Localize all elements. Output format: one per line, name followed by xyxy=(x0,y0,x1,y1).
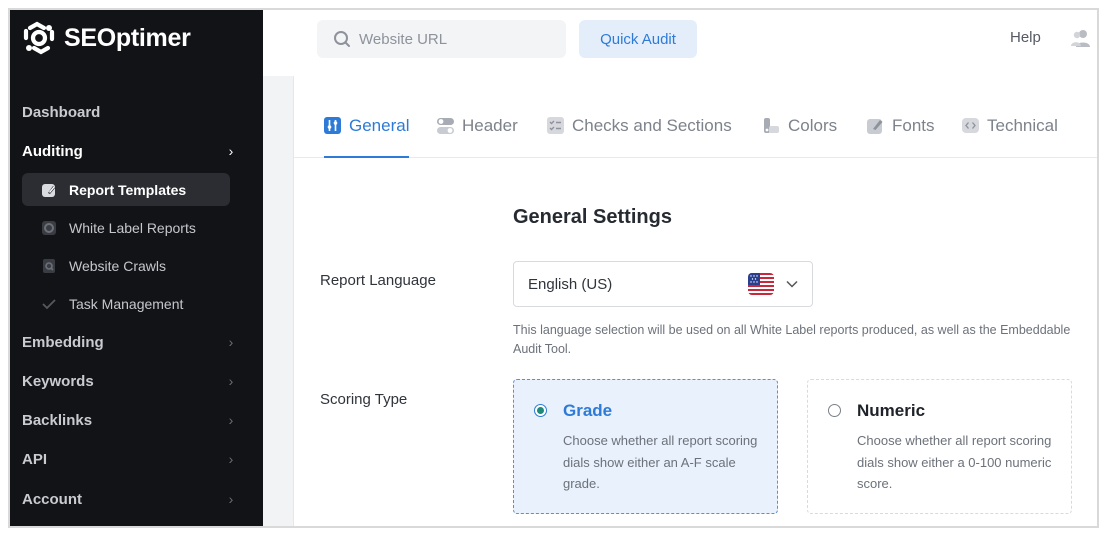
sliders-icon xyxy=(324,117,341,134)
sidebar: SEOptimer Dashboard Auditing › Report Te… xyxy=(10,10,263,526)
sidebar-subitem-label: White Label Reports xyxy=(69,219,196,236)
search-box[interactable] xyxy=(317,20,566,58)
language-help-text: This language selection will be used on … xyxy=(513,323,1071,356)
chevron-right-icon: › xyxy=(228,373,234,389)
chevron-right-icon: › xyxy=(228,143,234,159)
tab-technical[interactable]: Technical xyxy=(962,116,1058,158)
sidebar-item-account[interactable]: Account › xyxy=(22,481,238,517)
scoring-option-grade[interactable]: Grade Choose whether all report scoring … xyxy=(513,379,778,514)
sidebar-item-label: Backlinks xyxy=(22,411,93,429)
tab-label: Header xyxy=(462,116,518,135)
us-flag-icon xyxy=(748,273,774,295)
crawl-icon xyxy=(40,257,58,275)
search-icon xyxy=(334,31,350,47)
chevron-right-icon: › xyxy=(228,334,234,350)
option-title: Numeric xyxy=(857,401,926,420)
option-description: Choose whether all report scoring dials … xyxy=(563,433,758,491)
tab-fonts[interactable]: Fonts xyxy=(867,116,935,158)
option-description: Choose whether all report scoring dials … xyxy=(857,433,1052,491)
toggle-icon xyxy=(437,118,454,134)
sidebar-subitem-website-crawls[interactable]: Website Crawls xyxy=(22,249,230,282)
sidebar-item-label: Embedding xyxy=(22,333,104,351)
tab-label: Technical xyxy=(987,116,1058,135)
sidebar-item-label: Auditing xyxy=(22,142,83,160)
tab-colors[interactable]: Colors xyxy=(763,116,837,158)
chevron-right-icon: › xyxy=(228,412,234,428)
tab-label: General xyxy=(349,116,410,135)
tab-label: Colors xyxy=(788,116,838,135)
quick-audit-button[interactable]: Quick Audit xyxy=(579,20,697,58)
sidebar-item-embedding[interactable]: Embedding › xyxy=(22,324,238,360)
chevron-right-icon: › xyxy=(228,451,234,467)
logo-icon xyxy=(23,21,55,55)
users-icon[interactable] xyxy=(1071,28,1091,48)
sidebar-subitem-label: Task Management xyxy=(69,295,184,312)
template-icon xyxy=(40,181,58,199)
brush-icon xyxy=(867,119,883,134)
report-language-select[interactable]: English (US) xyxy=(513,261,813,307)
sidebar-item-label: Account xyxy=(22,490,82,508)
tab-checks-and-sections[interactable]: Checks and Sections xyxy=(547,116,732,158)
option-title: Grade xyxy=(563,401,613,420)
settings-card: General Header Checks and Sections Color… xyxy=(293,76,1097,526)
code-icon xyxy=(962,118,979,133)
sidebar-item-dashboard[interactable]: Dashboard xyxy=(22,94,238,130)
sidebar-item-api[interactable]: API › xyxy=(22,441,238,477)
settings-tabs: General Header Checks and Sections Color… xyxy=(294,76,1097,158)
section-title: General Settings xyxy=(513,206,672,228)
help-link[interactable]: Help xyxy=(1010,29,1041,46)
chevron-down-icon xyxy=(786,280,798,288)
sidebar-item-label: Dashboard xyxy=(22,103,101,121)
tab-general[interactable]: General xyxy=(324,116,410,158)
sidebar-item-auditing[interactable]: Auditing › xyxy=(22,133,238,169)
chevron-right-icon: › xyxy=(228,491,234,507)
brand-name: SEOptimer xyxy=(64,23,191,52)
scoring-type-label: Scoring Type xyxy=(320,391,408,408)
radio-button-selected[interactable] xyxy=(534,404,547,417)
sidebar-subitem-white-label-reports[interactable]: White Label Reports xyxy=(22,211,230,244)
sidebar-item-keywords[interactable]: Keywords › xyxy=(22,363,238,399)
tab-header[interactable]: Header xyxy=(437,116,518,158)
palette-icon xyxy=(764,118,779,133)
tab-label: Checks and Sections xyxy=(572,116,732,135)
sidebar-item-label: Keywords xyxy=(22,372,94,390)
sidebar-item-backlinks[interactable]: Backlinks › xyxy=(22,402,238,438)
sidebar-subitem-report-templates[interactable]: Report Templates xyxy=(22,173,230,206)
scoring-option-numeric[interactable]: Numeric Choose whether all report scorin… xyxy=(807,379,1072,514)
check-icon xyxy=(40,295,58,313)
selected-language: English (US) xyxy=(528,275,613,293)
report-icon xyxy=(40,219,58,237)
radio-button[interactable] xyxy=(828,404,841,417)
sidebar-subitem-label: Website Crawls xyxy=(69,257,166,274)
sidebar-subitem-task-management[interactable]: Task Management xyxy=(22,287,230,320)
report-language-label: Report Language xyxy=(320,272,436,289)
sidebar-item-label: API xyxy=(22,450,48,468)
app-window: SEOptimer Dashboard Auditing › Report Te… xyxy=(8,8,1099,528)
top-bar: Quick Audit Help xyxy=(263,10,1097,76)
website-url-input[interactable] xyxy=(359,30,549,48)
logo[interactable]: SEOptimer xyxy=(20,18,191,58)
sidebar-subitem-label: Report Templates xyxy=(69,181,187,198)
checklist-icon xyxy=(547,117,564,134)
tab-label: Fonts xyxy=(892,116,935,135)
